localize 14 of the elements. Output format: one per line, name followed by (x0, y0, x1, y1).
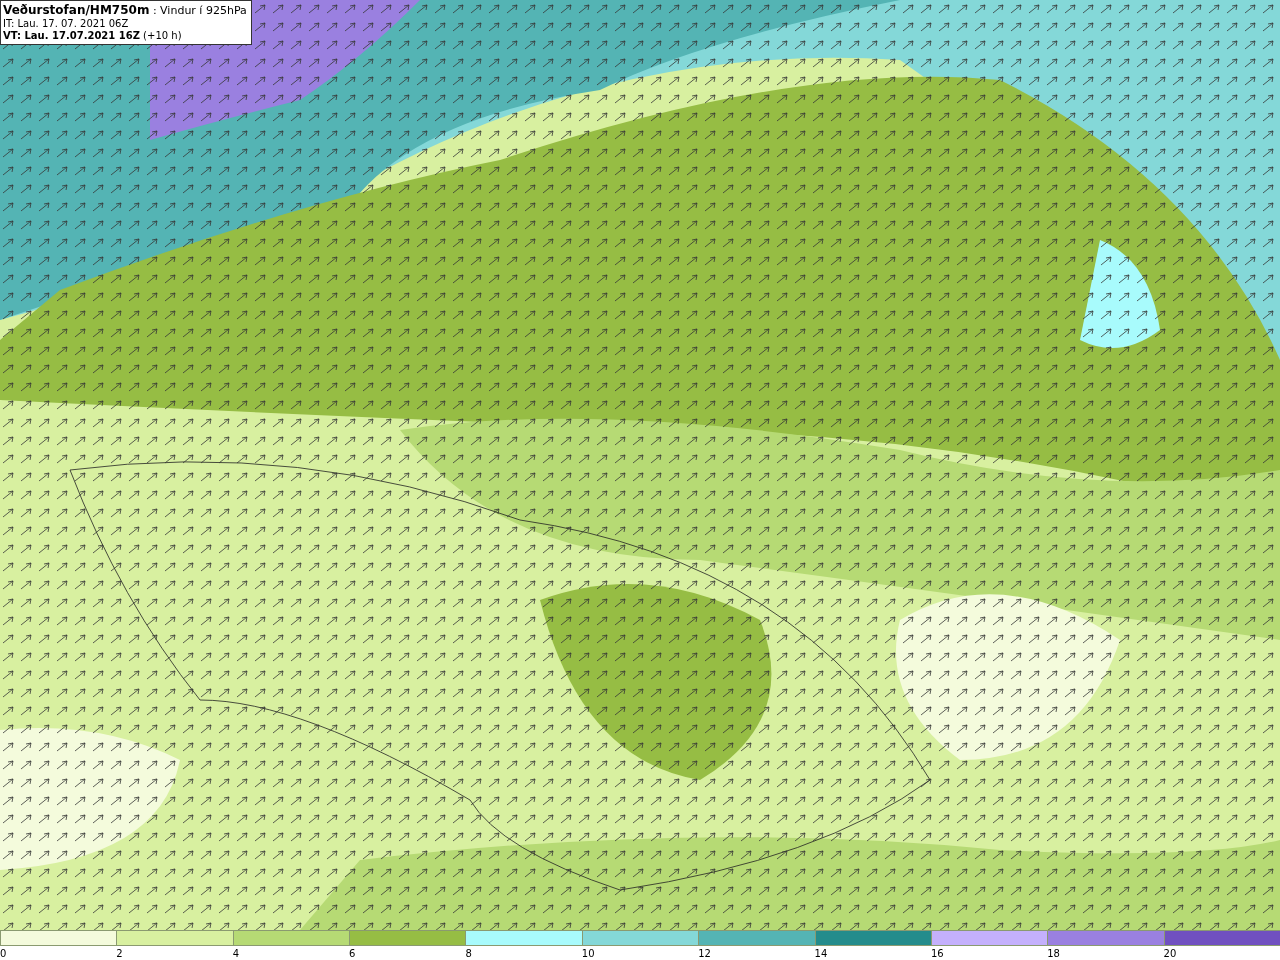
legend-label: 2 (116, 948, 123, 959)
legend-label: 10 (581, 948, 595, 959)
legend-label: 0 (0, 948, 7, 959)
legend-label: 12 (698, 948, 711, 959)
legend-label: 16 (930, 948, 944, 959)
title-line: VT: Lau. 17.07.2021 16Z (+10 h) (3, 30, 183, 41)
legend-label: 8 (465, 948, 472, 959)
legend-label: 4 (232, 948, 240, 959)
legend-label: 20 (1163, 948, 1177, 959)
title-line: Veðurstofan/HM750m : Vindur í 925hPa (3, 3, 247, 17)
legend-label: 18 (1047, 948, 1060, 959)
legend-label: 14 (814, 948, 828, 959)
legend-label: 6 (349, 948, 356, 959)
title-line: IT: Lau. 17. 07. 2021 06Z (3, 18, 130, 29)
